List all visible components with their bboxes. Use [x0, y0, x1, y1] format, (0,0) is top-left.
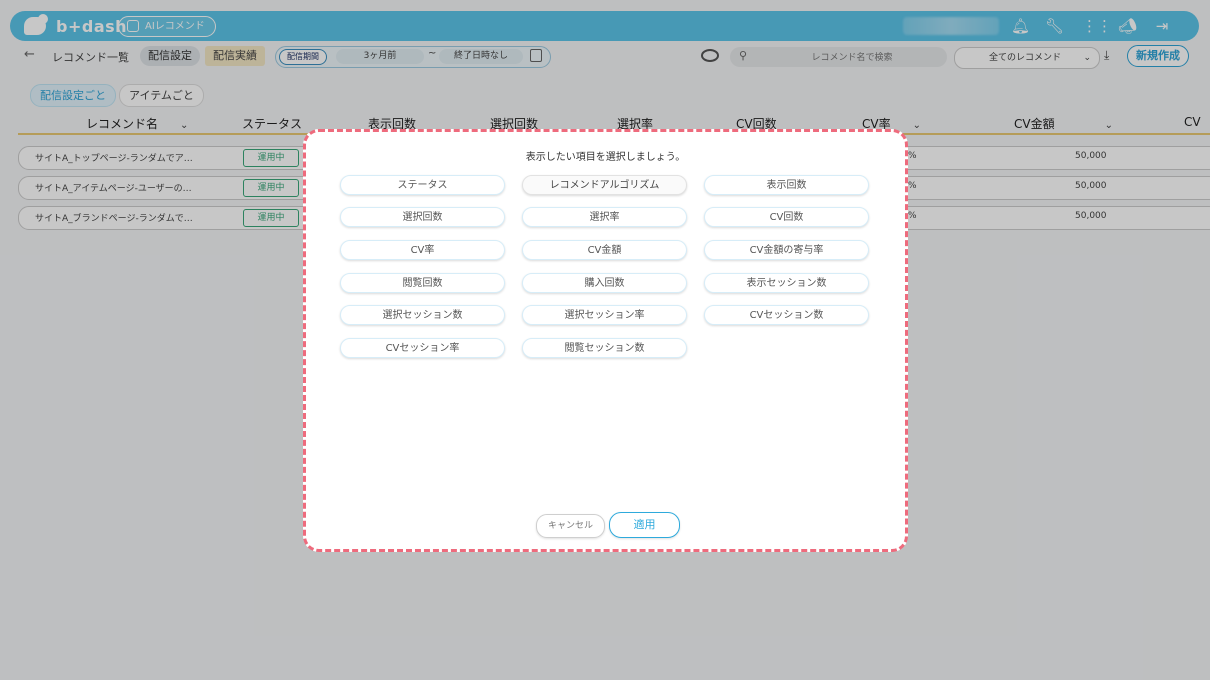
option-cv-sessions[interactable]: CVセッション数 — [704, 305, 869, 325]
apply-button[interactable]: 適用 — [609, 512, 680, 538]
option-cv-contribution[interactable]: CV金額の寄与率 — [704, 240, 869, 260]
option-selection-rate[interactable]: 選択率 — [522, 207, 687, 227]
option-algorithm[interactable]: レコメンドアルゴリズム — [522, 175, 687, 195]
option-impressions[interactable]: 表示回数 — [704, 175, 869, 195]
option-cv-amount[interactable]: CV金額 — [522, 240, 687, 260]
option-purchases[interactable]: 購入回数 — [522, 273, 687, 293]
modal-title: 表示したい項目を選択しましょう。 — [525, 152, 686, 163]
option-view-sessions[interactable]: 閲覧セッション数 — [522, 338, 687, 358]
option-status[interactable]: ステータス — [340, 175, 505, 195]
option-selections[interactable]: 選択回数 — [340, 207, 505, 227]
option-cv-count[interactable]: CV回数 — [704, 207, 869, 227]
option-selection-sessions[interactable]: 選択セッション数 — [340, 305, 505, 325]
option-impression-sessions[interactable]: 表示セッション数 — [704, 273, 869, 293]
cancel-button[interactable]: キャンセル — [536, 514, 605, 538]
option-cv-session-rate[interactable]: CVセッション率 — [340, 338, 505, 358]
column-select-modal: 表示したい項目を選択しましょう。 ステータス レコメンドアルゴリズム 表示回数 … — [303, 129, 908, 552]
option-views[interactable]: 閲覧回数 — [340, 273, 505, 293]
option-selection-session-rate[interactable]: 選択セッション率 — [522, 305, 687, 325]
option-cv-rate[interactable]: CV率 — [340, 240, 505, 260]
